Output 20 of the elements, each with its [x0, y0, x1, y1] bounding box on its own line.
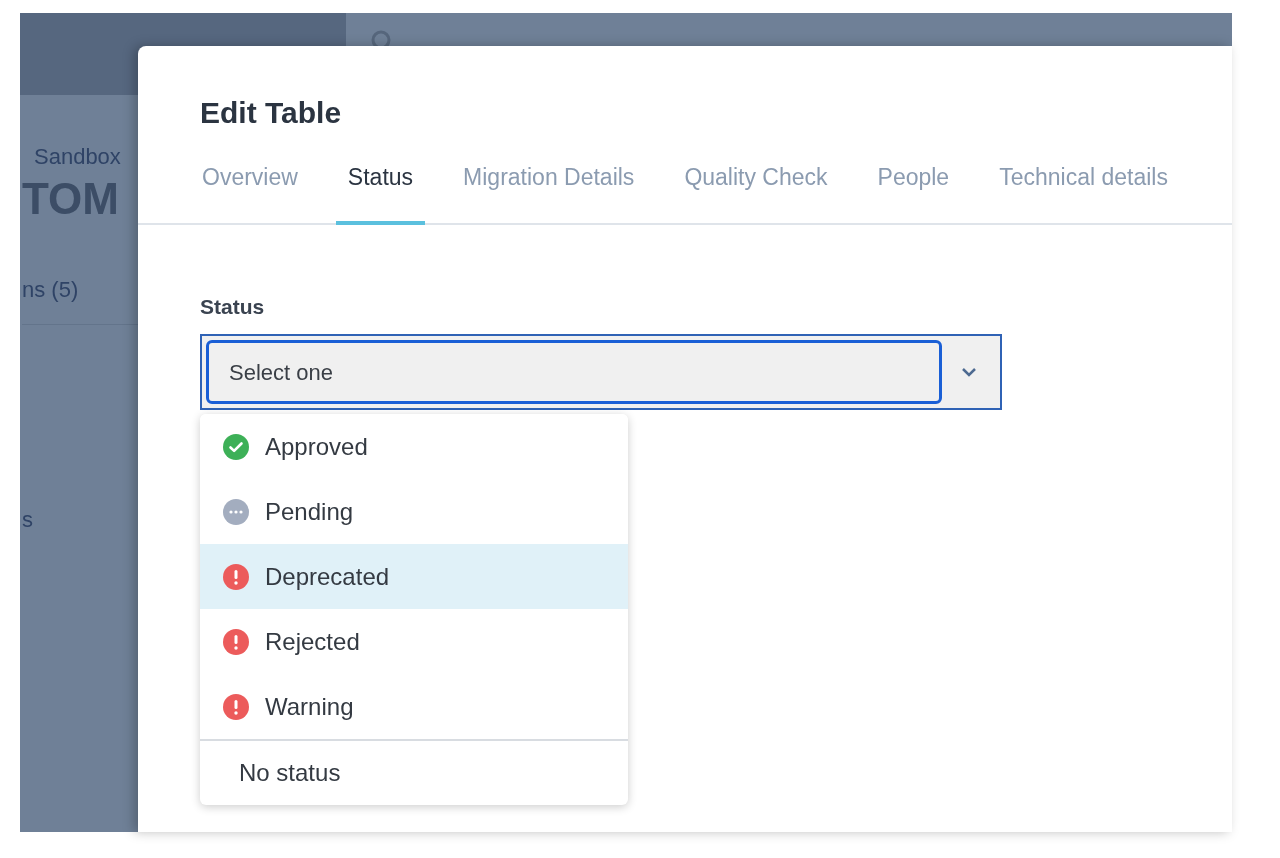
- status-option[interactable]: Approved: [200, 414, 628, 479]
- dialog-title: Edit Table: [200, 95, 342, 131]
- check-circle-icon: [223, 433, 249, 460]
- dialog-tab[interactable]: Status: [335, 156, 426, 225]
- breadcrumb: Sandbox: [34, 143, 121, 171]
- status-select[interactable]: Select one: [200, 334, 1002, 410]
- alert-circle-icon: [223, 693, 249, 720]
- field-label: Status: [200, 293, 265, 320]
- ellipsis-circle-icon: [223, 498, 249, 525]
- status-option[interactable]: Deprecated: [200, 544, 628, 609]
- clear-option[interactable]: No status: [200, 741, 628, 805]
- side-text: s: [22, 506, 33, 534]
- status-option[interactable]: Pending: [200, 479, 628, 544]
- alert-circle-icon: [223, 628, 249, 655]
- alert-circle-icon: [223, 563, 249, 590]
- chevron-down-icon: [960, 366, 978, 378]
- status-option[interactable]: Rejected: [200, 609, 628, 674]
- status-option[interactable]: Warning: [200, 674, 628, 739]
- select-placeholder: Select one: [229, 358, 333, 387]
- tab-label: ns (5): [22, 276, 79, 304]
